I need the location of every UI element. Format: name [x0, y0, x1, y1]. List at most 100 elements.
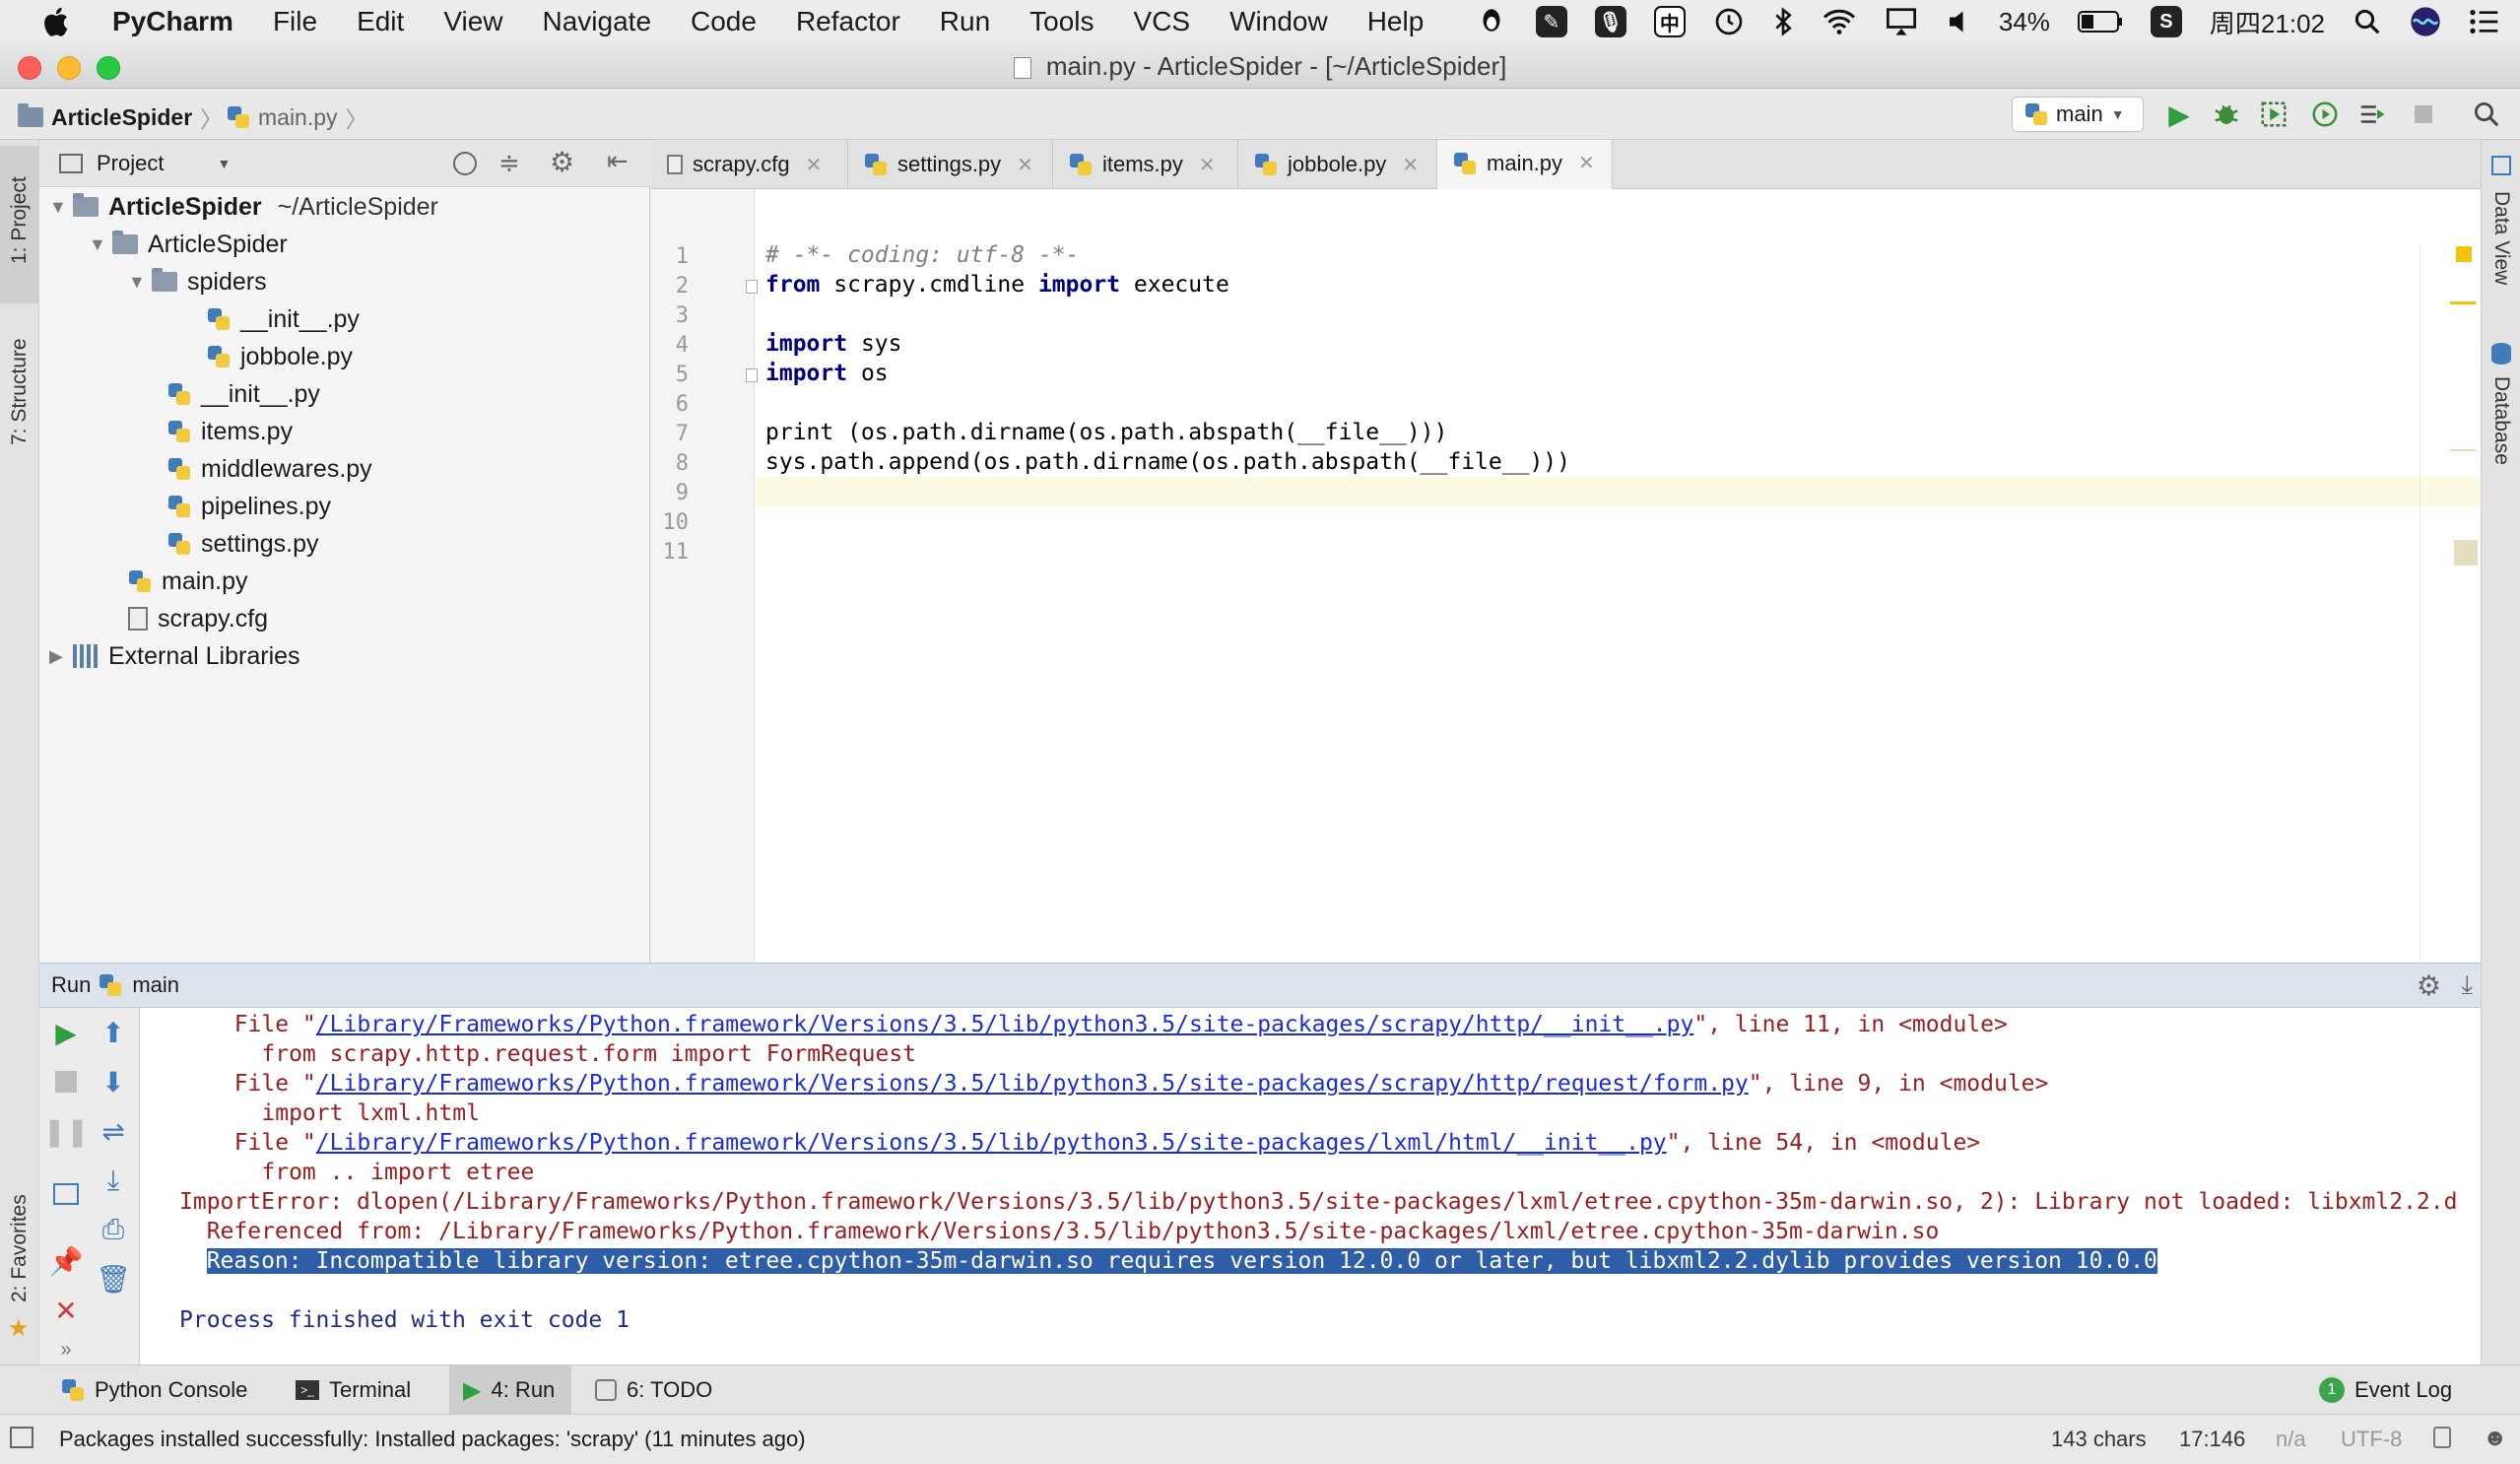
time-machine-icon[interactable]	[1713, 6, 1745, 37]
tab-settings-py[interactable]: settings.py ✕	[848, 140, 1053, 189]
tab-todo[interactable]: 6: TODO	[595, 1365, 733, 1415]
scroll-down-arrow-icon[interactable]: ⬇	[97, 1065, 130, 1098]
close-tab-icon[interactable]: ✕	[1578, 151, 1595, 175]
tree-item-package[interactable]: ▼ ArticleSpider	[89, 227, 288, 262]
scroll-up-arrow-icon[interactable]: ⬆	[97, 1016, 130, 1049]
pause-button[interactable]: ❚❚	[43, 1114, 90, 1148]
apple-icon[interactable]	[39, 4, 75, 39]
tab-jobbole-py[interactable]: jobbole.py ✕	[1238, 140, 1437, 189]
collapse-all-icon[interactable]: ≑	[498, 148, 520, 178]
close-tab-icon[interactable]: ✕	[1402, 153, 1419, 177]
scroll-to-end-icon[interactable]: ⤓	[97, 1164, 130, 1197]
menu-edit[interactable]: Edit	[357, 6, 404, 37]
menu-window[interactable]: Window	[1229, 6, 1328, 37]
microphone-icon[interactable]: 🎙	[1594, 6, 1626, 37]
status-caret-position[interactable]: 17:146	[2179, 1427, 2245, 1452]
menu-view[interactable]: View	[443, 6, 502, 37]
status-encoding[interactable]: UTF-8	[2341, 1427, 2402, 1452]
inspection-person-icon[interactable]: ☻	[2483, 1425, 2507, 1452]
menu-run[interactable]: Run	[940, 6, 990, 37]
tab-event-log[interactable]: 1 Event Log	[2319, 1365, 2487, 1415]
code-editor[interactable]: 1 2 3 4 5 6 7 8 9 10 11 # -*- coding: ut…	[651, 189, 2481, 963]
clear-all-trash-icon[interactable]: 🗑	[96, 1262, 131, 1296]
close-tab-icon[interactable]: ✕	[1017, 153, 1033, 177]
restore-layout-icon[interactable]	[49, 1177, 83, 1211]
tab-scrapy-cfg[interactable]: scrapy.cfg ✕	[651, 140, 848, 189]
bluetooth-icon[interactable]	[1772, 6, 1794, 37]
breadcrumb-project[interactable]: ArticleSpider 〉	[18, 100, 223, 134]
tree-item-file[interactable]: middlewares.py	[167, 451, 372, 487]
spotlight-search-icon[interactable]	[2353, 7, 2382, 36]
run-button[interactable]: ▶	[2163, 99, 2195, 130]
menu-app-name[interactable]: PyCharm	[112, 6, 233, 37]
expand-arrow-icon[interactable]: ▼	[128, 273, 146, 291]
tree-item-file[interactable]: pipelines.py	[167, 489, 331, 524]
menu-refactor[interactable]: Refactor	[796, 6, 900, 37]
status-message[interactable]: Packages installed successfully: Install…	[59, 1427, 806, 1452]
menu-tools[interactable]: Tools	[1029, 6, 1094, 37]
chevron-down-icon[interactable]: ▼	[217, 156, 231, 171]
tree-item-file[interactable]: __init__.py	[207, 301, 360, 337]
run-configuration-selector[interactable]: main ▼	[2012, 97, 2144, 132]
tree-item-project-root[interactable]: ▼ ArticleSpider ~/ArticleSpider	[49, 189, 438, 225]
menu-navigate[interactable]: Navigate	[543, 6, 652, 37]
volume-icon[interactable]	[1946, 7, 1971, 36]
wifi-icon[interactable]	[1822, 7, 1857, 36]
menu-file[interactable]: File	[273, 6, 317, 37]
profile-icon[interactable]	[2309, 99, 2341, 130]
fold-marker-icon[interactable]	[746, 368, 758, 382]
expand-arrow-icon[interactable]: ▼	[49, 198, 67, 216]
traceback-file-link[interactable]: /Library/Frameworks/Python.framework/Ver…	[316, 1071, 1749, 1097]
stop-icon[interactable]	[2408, 99, 2439, 130]
favorites-tool-button[interactable]: 2: Favorites ★	[0, 1174, 39, 1352]
expand-arrow-icon[interactable]: ▶	[49, 647, 63, 665]
tree-item-external-libraries[interactable]: ▶ External Libraries	[49, 638, 300, 674]
search-everywhere-icon[interactable]	[2471, 99, 2502, 130]
tab-terminal[interactable]: >_ Terminal	[296, 1365, 433, 1415]
hide-panel-icon[interactable]: ⇤	[607, 146, 629, 176]
tree-item-file[interactable]: scrapy.cfg	[128, 601, 268, 636]
evernote-icon[interactable]: ✎	[1535, 6, 1567, 37]
fold-marker-icon[interactable]	[746, 280, 758, 294]
locate-file-icon[interactable]	[453, 152, 477, 175]
tab-python-console[interactable]: Python Console	[55, 1365, 272, 1415]
tab-items-py[interactable]: items.py ✕	[1053, 140, 1238, 189]
traceback-file-link[interactable]: /Library/Frameworks/Python.framework/Ver…	[316, 1130, 1667, 1156]
print-icon[interactable]: ⎙	[97, 1213, 130, 1246]
scroll-thumb[interactable]	[2454, 540, 2478, 566]
soft-wrap-icon[interactable]: ⇌	[97, 1114, 130, 1148]
menu-vcs[interactable]: VCS	[1134, 6, 1191, 37]
status-line-separator[interactable]: n/a	[2276, 1427, 2306, 1452]
run-concurrency-icon[interactable]	[2356, 99, 2388, 130]
clock[interactable]: 周四21:02	[2210, 4, 2325, 40]
siri-icon[interactable]	[2410, 6, 2441, 37]
stop-button[interactable]	[49, 1065, 83, 1098]
tab-run[interactable]: ▶ 4: Run	[449, 1365, 571, 1415]
tree-item-file[interactable]: main.py	[128, 564, 248, 599]
debug-bug-icon[interactable]	[2211, 99, 2242, 130]
close-icon[interactable]: ✕	[49, 1294, 83, 1327]
input-method-icon[interactable]: 中	[1653, 6, 1686, 37]
close-tab-icon[interactable]: ✕	[806, 153, 823, 177]
project-view-label[interactable]: Project	[97, 151, 164, 176]
traceback-file-link[interactable]: /Library/Frameworks/Python.framework/Ver…	[316, 1012, 1694, 1037]
more-actions-icon[interactable]: »	[49, 1333, 83, 1366]
run-console-output[interactable]: File "/Library/Frameworks/Python.framewo…	[140, 1008, 2481, 1364]
database-tool-button[interactable]: Database	[2482, 337, 2520, 485]
hide-panel-icon[interactable]: ⤓	[2462, 969, 2474, 1001]
error-stripe-marker[interactable]	[2450, 301, 2476, 304]
rerun-button[interactable]: ▶	[49, 1016, 83, 1049]
tree-item-file[interactable]: settings.py	[167, 526, 319, 562]
battery-icon[interactable]	[2077, 10, 2123, 33]
menu-help[interactable]: Help	[1367, 6, 1425, 37]
gear-icon[interactable]: ⚙	[2417, 969, 2441, 1002]
expand-arrow-icon[interactable]: ▼	[89, 235, 106, 253]
notification-center-icon[interactable]	[2469, 8, 2500, 35]
error-stripe-marker[interactable]	[2450, 449, 2476, 451]
run-config-tab[interactable]: main	[132, 972, 179, 998]
data-view-tool-button[interactable]: Data View	[2482, 150, 2520, 298]
tree-item-file[interactable]: jobbole.py	[207, 339, 353, 374]
airplay-icon[interactable]	[1885, 7, 1918, 36]
warning-marker[interactable]	[2456, 246, 2472, 262]
run-with-coverage-icon[interactable]	[2258, 99, 2289, 130]
